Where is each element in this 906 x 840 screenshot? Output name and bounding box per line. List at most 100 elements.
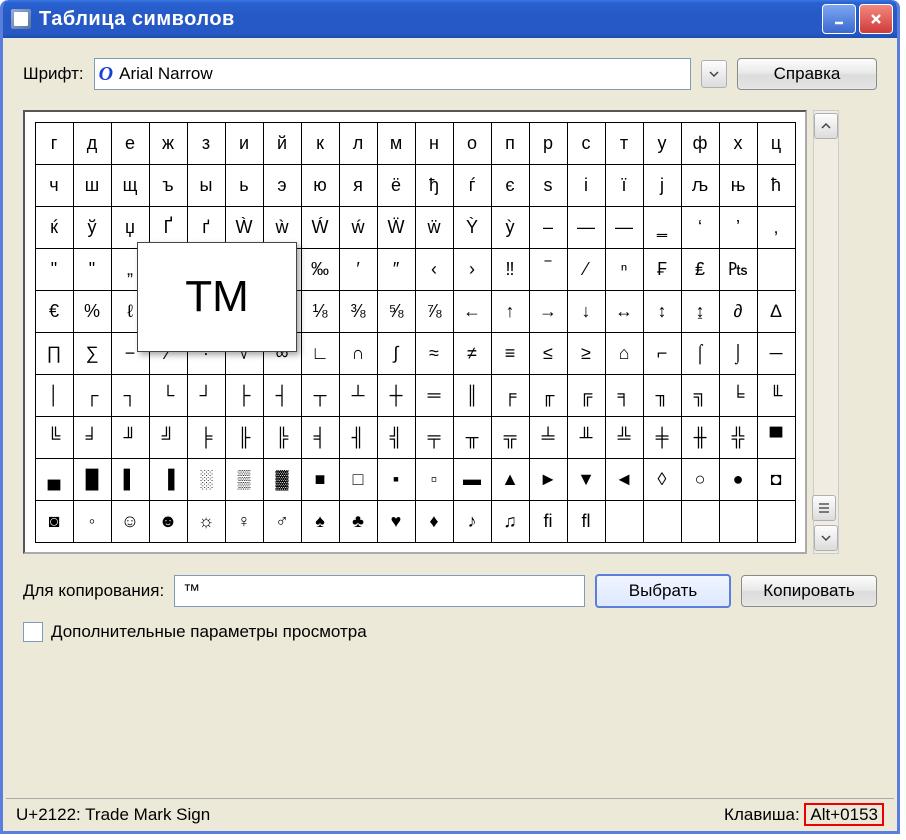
char-cell[interactable]: " — [35, 248, 74, 291]
char-cell[interactable]: □ — [339, 458, 378, 501]
char-cell[interactable]: ▌ — [111, 458, 150, 501]
char-cell[interactable]: ″ — [377, 248, 416, 291]
char-cell[interactable]: ћ — [757, 164, 796, 207]
char-cell[interactable]: ⁄ — [567, 248, 606, 291]
char-cell[interactable]: ⌐ — [643, 332, 682, 375]
char-cell[interactable]: ╪ — [643, 416, 682, 459]
char-cell[interactable]: ↨ — [681, 290, 720, 333]
char-cell[interactable]: ♫ — [491, 500, 530, 543]
char-cell[interactable]: ┼ — [377, 374, 416, 417]
char-cell[interactable]: ‘ — [681, 206, 720, 249]
char-cell[interactable]: ч — [35, 164, 74, 207]
char-cell[interactable]: ′ — [339, 248, 378, 291]
char-cell[interactable] — [757, 500, 796, 543]
char-cell[interactable]: м — [377, 122, 416, 165]
char-cell[interactable]: % — [73, 290, 112, 333]
char-cell[interactable]: ж — [149, 122, 188, 165]
char-cell[interactable]: ъ — [149, 164, 188, 207]
char-cell[interactable]: ј — [643, 164, 682, 207]
char-cell[interactable]: ╥ — [453, 416, 492, 459]
char-cell[interactable]: ╛ — [73, 416, 112, 459]
char-cell[interactable]: щ — [111, 164, 150, 207]
char-cell[interactable]: ẃ — [339, 206, 378, 249]
scroll-up-button[interactable] — [814, 113, 838, 139]
char-cell[interactable]: │ — [35, 374, 74, 417]
char-cell[interactable]: ╬ — [719, 416, 758, 459]
char-cell[interactable]: ☼ — [187, 500, 226, 543]
char-cell[interactable]: ◦ — [73, 500, 112, 543]
char-cell[interactable]: ‹ — [415, 248, 454, 291]
char-cell[interactable]: ў — [73, 206, 112, 249]
char-cell[interactable]: ╖ — [643, 374, 682, 417]
char-cell[interactable]: ╠ — [263, 416, 302, 459]
char-cell[interactable]: ё — [377, 164, 416, 207]
char-cell[interactable]: и — [225, 122, 264, 165]
char-cell[interactable]: л — [339, 122, 378, 165]
char-cell[interactable]: ◊ — [643, 458, 682, 501]
char-cell[interactable]: ♪ — [453, 500, 492, 543]
char-cell[interactable]: ≈ — [415, 332, 454, 375]
char-cell[interactable]: ы — [187, 164, 226, 207]
char-cell[interactable]: ╩ — [605, 416, 644, 459]
char-cell[interactable]: ╦ — [491, 416, 530, 459]
char-cell[interactable]: ▪ — [377, 458, 416, 501]
char-cell[interactable]: ▓ — [263, 458, 302, 501]
char-cell[interactable]: ○ — [681, 458, 720, 501]
char-cell[interactable]: х — [719, 122, 758, 165]
char-cell[interactable]: └ — [149, 374, 188, 417]
char-cell[interactable]: ♦ — [415, 500, 454, 543]
char-cell[interactable] — [643, 500, 682, 543]
char-cell[interactable]: ┤ — [263, 374, 302, 417]
char-cell[interactable]: Ỳ — [453, 206, 492, 249]
char-cell[interactable]: ќ — [35, 206, 74, 249]
char-cell[interactable]: ║ — [453, 374, 492, 417]
char-cell[interactable]: ╚ — [35, 416, 74, 459]
char-cell[interactable]: ї — [605, 164, 644, 207]
char-cell[interactable]: і — [567, 164, 606, 207]
char-cell[interactable]: ▄ — [35, 458, 74, 501]
char-cell[interactable]: ↓ — [567, 290, 606, 333]
char-cell[interactable]: ┌ — [73, 374, 112, 417]
char-cell[interactable]: ♂ — [263, 500, 302, 543]
char-cell[interactable]: ┴ — [339, 374, 378, 417]
char-cell[interactable]: ь — [225, 164, 264, 207]
scroll-down-button[interactable] — [814, 525, 838, 551]
char-cell[interactable]: ’ — [719, 206, 758, 249]
char-cell[interactable]: ╨ — [567, 416, 606, 459]
char-cell[interactable]: ▒ — [225, 458, 264, 501]
char-cell[interactable]: ∟ — [301, 332, 340, 375]
char-cell[interactable]: ▫ — [415, 458, 454, 501]
char-cell[interactable]: ‚ — [757, 206, 796, 249]
char-cell[interactable]: ╜ — [111, 416, 150, 459]
char-cell[interactable]: ◘ — [757, 458, 796, 501]
char-cell[interactable]: ∆ — [757, 290, 796, 333]
char-cell[interactable]: ♣ — [339, 500, 378, 543]
char-cell[interactable]: я — [339, 164, 378, 207]
char-cell[interactable]: њ — [719, 164, 758, 207]
char-cell[interactable]: ╟ — [225, 416, 264, 459]
char-cell[interactable]: ► — [529, 458, 568, 501]
char-cell[interactable]: ♀ — [225, 500, 264, 543]
char-cell[interactable]: ‼ — [491, 248, 530, 291]
char-cell[interactable]: й — [263, 122, 302, 165]
char-cell[interactable]: ⅞ — [415, 290, 454, 333]
char-cell[interactable]: — — [567, 206, 606, 249]
char-cell[interactable]: › — [453, 248, 492, 291]
char-cell[interactable]: ☻ — [149, 500, 188, 543]
char-cell[interactable]: € — [35, 290, 74, 333]
char-cell[interactable]: п — [491, 122, 530, 165]
char-cell[interactable]: ╕ — [605, 374, 644, 417]
char-cell[interactable]: ⅜ — [339, 290, 378, 333]
char-cell[interactable]: у — [643, 122, 682, 165]
char-cell[interactable]: ỳ — [491, 206, 530, 249]
char-cell[interactable]: ♠ — [301, 500, 340, 543]
char-cell[interactable]: е — [111, 122, 150, 165]
char-cell[interactable]: ═ — [415, 374, 454, 417]
char-cell[interactable]: Ẅ — [377, 206, 416, 249]
close-button[interactable] — [859, 4, 893, 34]
char-cell[interactable]: ― — [605, 206, 644, 249]
char-cell[interactable]: ↑ — [491, 290, 530, 333]
char-cell[interactable]: є — [491, 164, 530, 207]
char-cell[interactable]: о — [453, 122, 492, 165]
advanced-checkbox[interactable] — [23, 622, 43, 642]
